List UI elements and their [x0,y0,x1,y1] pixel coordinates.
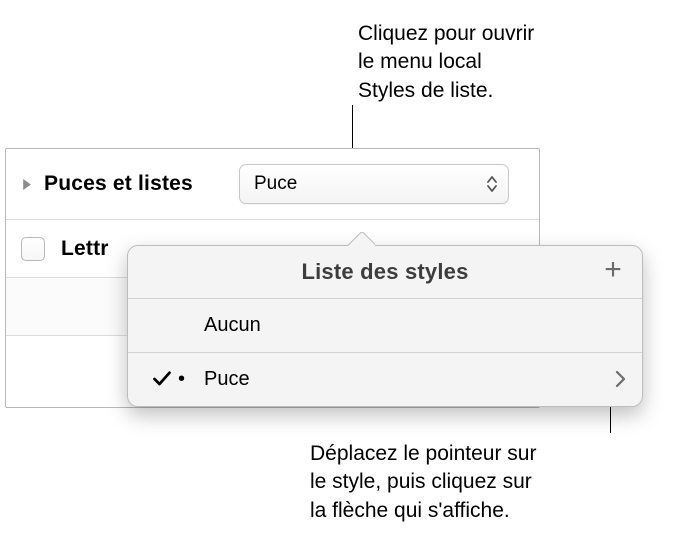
bullet-preview: • [178,368,204,391]
checkmark-icon [146,369,178,389]
list-item[interactable]: Aucun [128,299,642,352]
bullets-row: Puces et listes Puce [6,149,539,219]
list-item-label: Puce [204,368,250,391]
stepper-arrows-icon [486,175,498,193]
checkmark-icon [146,316,178,336]
list-style-select-value: Puce [254,173,297,195]
chevron-right-icon[interactable] [615,370,626,388]
lettrine-label: Lettr [61,237,109,261]
plus-icon: + [604,255,622,285]
add-style-button[interactable]: + [600,257,626,283]
popover-tail [347,232,375,246]
lettrine-checkbox[interactable] [21,237,45,261]
callout-top: Cliquez pour ouvrir le menu local Styles… [358,20,534,105]
popover-header: Liste des styles + [128,246,642,299]
disclosure-icon[interactable] [21,179,32,190]
list-styles-popover: Liste des styles + Aucun • Puce [127,245,643,407]
list-style-select[interactable]: Puce [239,164,509,204]
callout-bottom: Déplacez le pointeur sur le style, puis … [310,440,536,525]
list-item-label: Aucun [204,314,261,337]
popover-title: Liste des styles [170,259,600,285]
list-item[interactable]: • Puce [128,352,642,405]
bullets-label: Puces et listes [44,172,193,196]
